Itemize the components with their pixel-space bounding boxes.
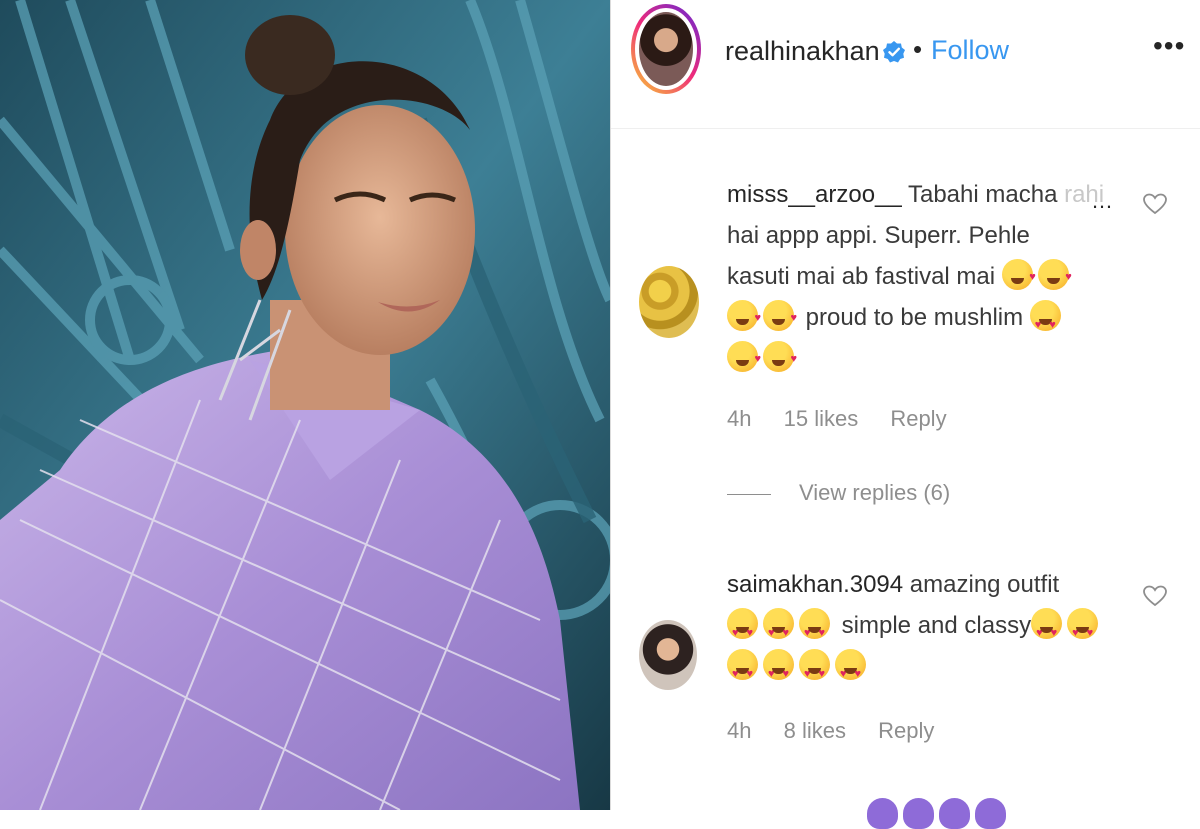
heart-eyes-icon: [1029, 300, 1061, 346]
post-image: [0, 0, 610, 810]
view-replies-label[interactable]: View replies (6): [799, 480, 950, 505]
heart-eyes-icon: [727, 649, 758, 695]
face-blowing-kiss-icon: [727, 339, 761, 380]
comment-meta: 4h 15 likes Reply: [727, 406, 973, 432]
reply-button[interactable]: Reply: [890, 406, 946, 431]
comments-panel: realhinakhan • Follow ••• misss__arzoo__…: [610, 0, 1200, 829]
separator-dot: •: [913, 34, 923, 64]
reply-button[interactable]: Reply: [878, 718, 934, 743]
purple-heart-icon: [867, 798, 898, 829]
comment-username[interactable]: saimakhan.3094: [727, 571, 903, 598]
post-username[interactable]: realhinakhan: [725, 36, 880, 67]
face-blowing-kiss-icon: [763, 298, 797, 339]
comment-line-4: proud to be mushlim: [805, 304, 1024, 331]
heart-eyes-icon: [763, 649, 794, 695]
face-blowing-kiss-icon: [1037, 257, 1072, 298]
heart-eyes-icon: [799, 649, 830, 695]
view-replies-button[interactable]: View replies (6): [727, 480, 950, 506]
face-blowing-kiss-icon: [1001, 257, 1036, 298]
comment-line-2: simple and classy: [841, 612, 1032, 639]
comment-line-1: Tabahi macha: [907, 181, 1065, 208]
replies-divider: [727, 493, 771, 495]
heart-eyes-icon: [799, 608, 830, 654]
comment-time: 4h: [727, 406, 752, 431]
follow-button[interactable]: Follow: [931, 35, 1009, 66]
heart-eyes-icon: [763, 608, 794, 654]
face-blowing-kiss-icon: [727, 298, 761, 339]
heart-eyes-icon: [1067, 608, 1099, 654]
comment-line-3: kasuti mai ab fastival mai: [727, 263, 996, 290]
profile-avatar[interactable]: [631, 4, 701, 94]
comment-line-1: amazing outfit: [909, 571, 1060, 598]
commenter-avatar[interactable]: [639, 266, 699, 338]
next-comment-emojis: [867, 798, 1011, 829]
comment-body: saimakhan.3094 amazing outfit simple and…: [727, 564, 1103, 695]
heart-eyes-icon: [1031, 608, 1063, 654]
heart-eyes-icon: [835, 649, 866, 695]
comment-body: misss__arzoo__ Tabahi macha rahi hai app…: [727, 174, 1104, 380]
post-header: realhinakhan • Follow •••: [611, 0, 1200, 129]
verified-badge-icon: [883, 41, 905, 63]
heart-eyes-icon: [727, 608, 758, 654]
comment-time: 4h: [727, 718, 752, 743]
post-photo[interactable]: [0, 0, 610, 810]
purple-heart-icon: [903, 798, 934, 829]
comment-line-2: hai appp appi. Superr. Pehle: [727, 222, 1030, 249]
purple-heart-icon: [975, 798, 1006, 829]
like-heart-icon[interactable]: [1142, 584, 1168, 608]
face-blowing-kiss-icon: [763, 339, 797, 380]
comment-username[interactable]: misss__arzoo__: [727, 181, 902, 208]
like-heart-icon[interactable]: [1142, 192, 1168, 216]
comment-likes[interactable]: 8 likes: [784, 718, 846, 743]
more-options-icon[interactable]: •••: [1153, 30, 1185, 62]
comment-options-icon[interactable]: …: [1091, 188, 1113, 214]
comment-meta: 4h 8 likes Reply: [727, 718, 960, 744]
commenter-avatar[interactable]: [639, 620, 697, 690]
purple-heart-icon: [939, 798, 970, 829]
comment-likes[interactable]: 15 likes: [784, 406, 859, 431]
